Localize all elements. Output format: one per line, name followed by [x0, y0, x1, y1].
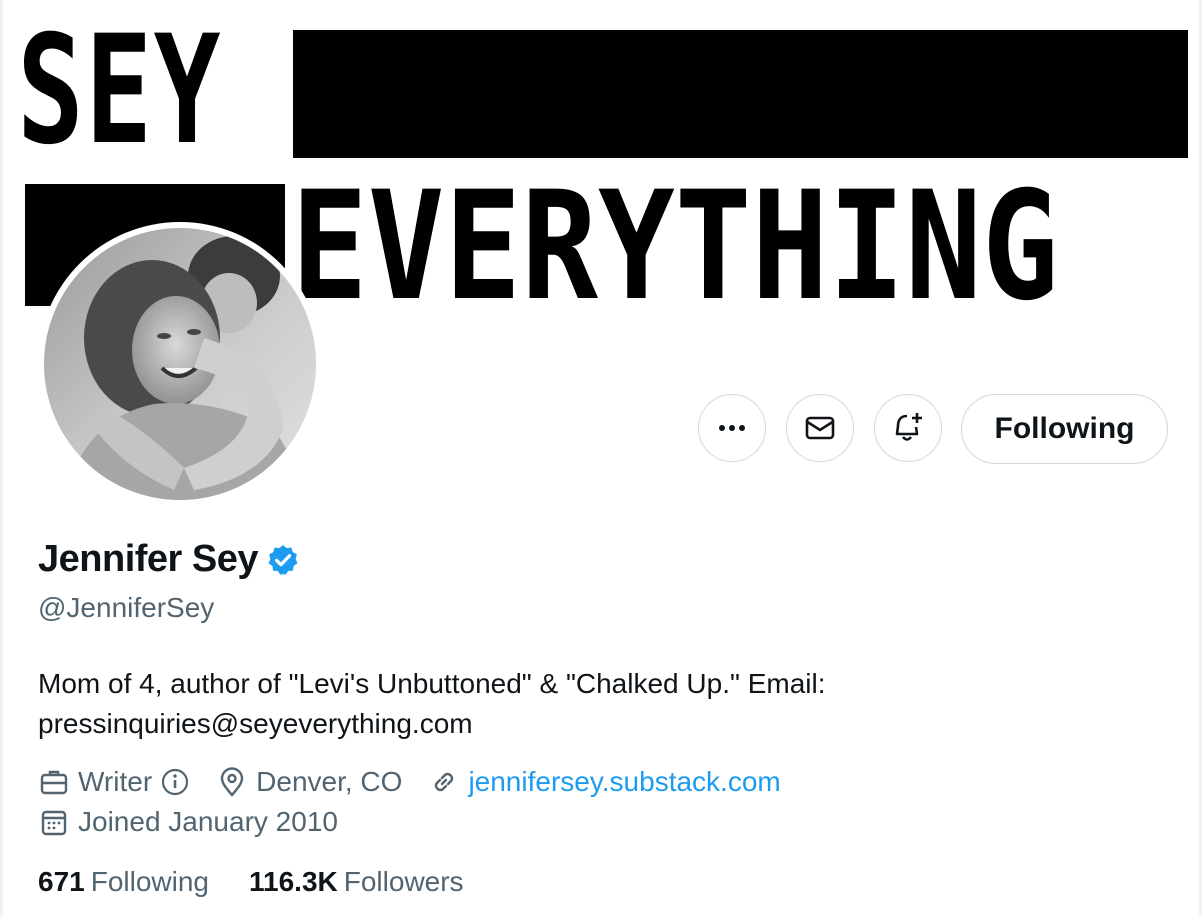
verified-badge-icon[interactable]: [266, 543, 300, 577]
followers-label: Followers: [343, 866, 464, 897]
joined-row: Joined January 2010: [38, 806, 364, 838]
link-icon: [435, 772, 454, 792]
display-name: Jennifer Sey: [38, 538, 259, 580]
notifications-button[interactable]: [874, 394, 942, 462]
user-handle: @JenniferSey: [38, 592, 215, 623]
following-stat[interactable]: 671 Following: [38, 866, 209, 898]
banner-text-everything: EVERYTHING: [291, 160, 1059, 320]
following-label: Following: [90, 866, 209, 897]
calendar-icon: [41, 810, 67, 836]
category-item: Writer: [38, 766, 190, 798]
info-icon[interactable]: [160, 767, 190, 797]
bio-email-link[interactable]: pressinquiries@seyeverything.com: [38, 704, 1138, 744]
more-button[interactable]: [698, 394, 766, 462]
bio: Mom of 4, author of "Levi's Unbuttoned" …: [38, 664, 1138, 744]
name-row: Jennifer Sey: [38, 538, 300, 581]
briefcase-icon: [40, 770, 68, 795]
website-link[interactable]: jennifersey.substack.com: [468, 766, 780, 798]
envelope-icon: [805, 416, 835, 440]
website-item[interactable]: jennifersey.substack.com: [428, 766, 781, 798]
location-item: Denver, CO: [216, 766, 402, 798]
location-pin-icon: [220, 767, 244, 797]
joined-item: Joined January 2010: [38, 806, 338, 838]
location-label: Denver, CO: [256, 766, 403, 797]
bio-line-1: Mom of 4, author of "Levi's Unbuttoned" …: [38, 668, 826, 699]
banner-black-bar-top: [293, 30, 1188, 158]
profile-meta-row: Writer Denver, CO jennifersey.substack.c…: [38, 766, 807, 798]
followers-stat[interactable]: 116.3K Followers: [249, 866, 464, 898]
following-button[interactable]: Following: [961, 394, 1168, 464]
follow-stats: 671 Following 116.3K Followers: [38, 866, 504, 898]
banner-text-sey: SEY: [17, 4, 222, 178]
category-label: Writer: [78, 766, 153, 797]
more-icon: [719, 425, 745, 431]
joined-date: Joined January 2010: [78, 806, 338, 837]
avatar[interactable]: [38, 222, 322, 506]
followers-count: 116.3K: [249, 866, 338, 897]
avatar-photo: [44, 228, 316, 500]
message-button[interactable]: [786, 394, 854, 462]
following-count: 671: [38, 866, 85, 897]
bell-plus-icon: [895, 413, 922, 441]
